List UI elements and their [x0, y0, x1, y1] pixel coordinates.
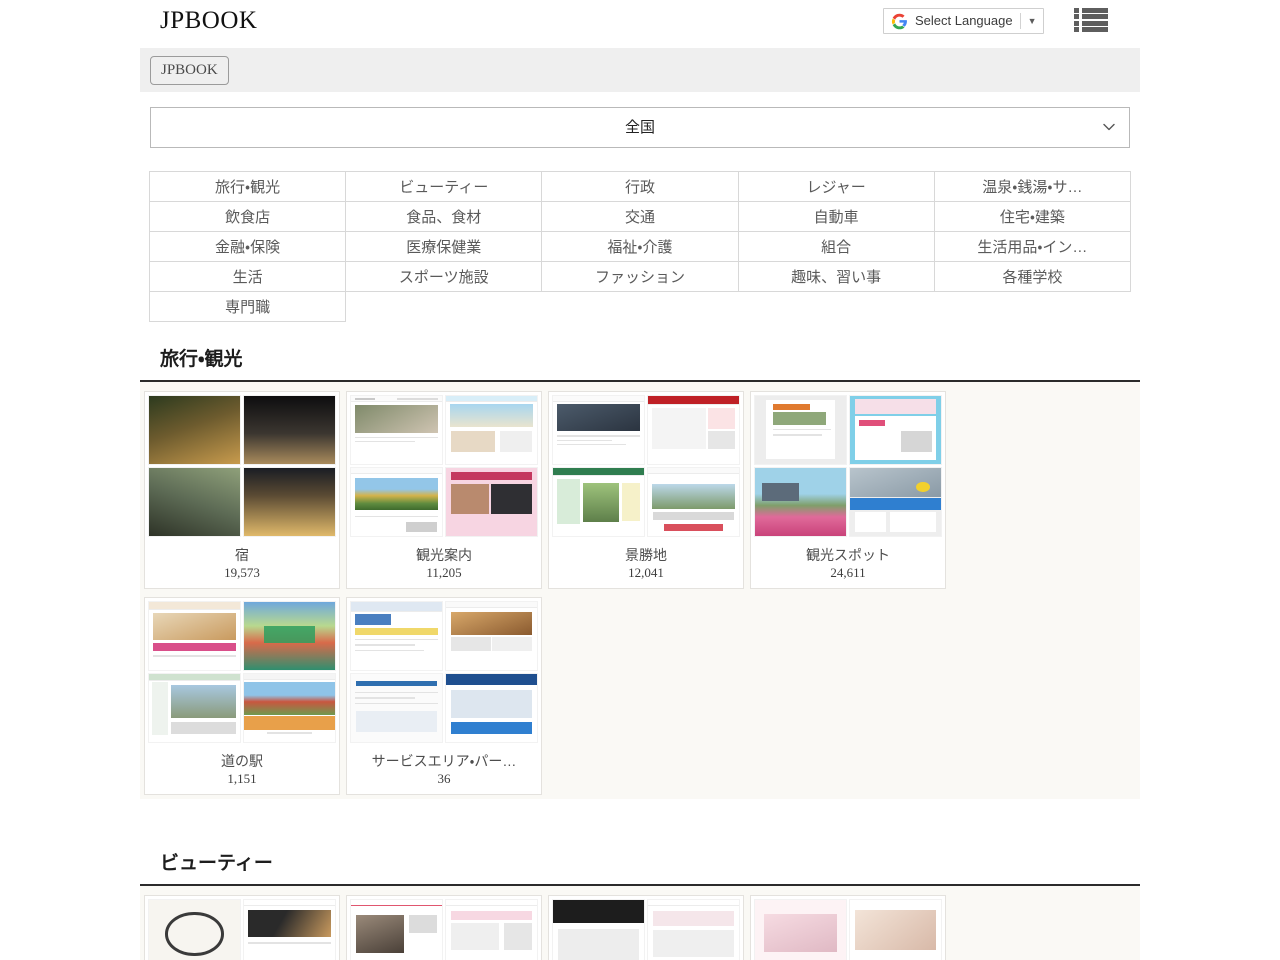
- category-cell[interactable]: 行政: [541, 171, 739, 202]
- site-header: JPBOOK Select Language ▼: [0, 0, 1280, 44]
- page-title: 旅行・観光: [160, 349, 243, 370]
- card-label: 観光案内: [416, 547, 472, 563]
- category-cell[interactable]: 食品、食材: [345, 201, 543, 232]
- category-cell[interactable]: 医療保健業: [345, 231, 543, 262]
- category-cell[interactable]: 専門職: [148, 291, 347, 322]
- list-item[interactable]: [750, 895, 946, 960]
- card-label: 道の駅: [221, 753, 263, 769]
- page-title: ビューティー: [160, 853, 273, 874]
- list-row: [1074, 14, 1108, 20]
- list-item[interactable]: 観光スポット 24,611: [750, 391, 946, 589]
- table-row: 生活 スポーツ施設 ファッション 趣味、習い事 各種学校: [148, 261, 1132, 292]
- category-cell[interactable]: 自動車: [737, 201, 935, 232]
- page-root: JPBOOK Select Language ▼ JPBOOK 全国 旅行・観光…: [0, 0, 1280, 960]
- region-select-wrapper: 全国: [150, 107, 1130, 148]
- thumbnail: [347, 896, 541, 960]
- category-table: 旅行・観光 ビューティー 行政 レジャー 温泉・銭湯・サ… 飲食店 食品、食材 …: [148, 171, 1132, 322]
- empty-cell: [934, 292, 1130, 322]
- google-g-icon: [891, 13, 908, 30]
- list-item[interactable]: [548, 895, 744, 960]
- thumbnail: [347, 598, 541, 746]
- card-grid: 宿 19,573 観光案内 11,205 景勝地 12,041 観光スポット 2…: [140, 382, 1140, 799]
- list-menu-icon[interactable]: [1074, 6, 1108, 34]
- card-label: サービスエリア・パー…: [371, 753, 517, 769]
- category-cell[interactable]: 温泉・銭湯・サ…: [933, 171, 1132, 202]
- breadcrumb-item-jpbook[interactable]: JPBOOK: [150, 55, 229, 85]
- category-cell[interactable]: 飲食店: [148, 201, 347, 232]
- category-cell[interactable]: 各種学校: [933, 261, 1132, 292]
- list-item[interactable]: 景勝地 12,041: [548, 391, 744, 589]
- table-row: 旅行・観光 ビューティー 行政 レジャー 温泉・銭湯・サ…: [148, 171, 1132, 202]
- list-row: [1074, 20, 1108, 26]
- card-count: 12,041: [628, 565, 664, 580]
- card-label: 景勝地: [625, 547, 667, 563]
- empty-cell: [738, 292, 934, 322]
- category-cell[interactable]: ファッション: [541, 261, 739, 292]
- category-cell[interactable]: スポーツ施設: [345, 261, 543, 292]
- site-logo[interactable]: JPBOOK: [160, 6, 257, 36]
- category-cell[interactable]: ビューティー: [345, 171, 543, 202]
- google-translate-widget[interactable]: Select Language ▼: [883, 8, 1044, 34]
- thumbnail: [145, 896, 339, 960]
- section-header: ビューティー: [140, 852, 1140, 886]
- list-row: [1074, 8, 1108, 13]
- list-row: [1074, 26, 1108, 32]
- list-item[interactable]: サービスエリア・パー… 36: [346, 597, 542, 795]
- thumbnail: [145, 392, 339, 540]
- card-count: 36: [437, 771, 451, 786]
- chevron-down-icon[interactable]: ▼: [1028, 9, 1037, 33]
- section-travel: 旅行・観光 宿 19,573 観光案内 11,205 景勝地 12,041 観光…: [140, 348, 1140, 799]
- card-count: 11,205: [426, 565, 462, 580]
- category-cell[interactable]: 組合: [737, 231, 935, 262]
- category-cell[interactable]: 生活: [148, 261, 347, 292]
- breadcrumb: JPBOOK: [140, 48, 1140, 92]
- section-beauty: ビューティー: [140, 852, 1140, 960]
- category-cell[interactable]: 生活用品・イン…: [933, 231, 1132, 262]
- category-cell[interactable]: 交通: [541, 201, 739, 232]
- category-cell[interactable]: 金融・保険: [148, 231, 347, 262]
- thumbnail: [549, 392, 743, 540]
- thumbnail: [751, 896, 945, 960]
- category-cell[interactable]: 福祉・介護: [541, 231, 739, 262]
- card-label: 宿: [235, 547, 249, 563]
- card-count: 19,573: [224, 565, 260, 580]
- list-item[interactable]: 観光案内 11,205: [346, 391, 542, 589]
- category-cell[interactable]: レジャー: [737, 171, 935, 202]
- section-header: 旅行・観光: [140, 348, 1140, 382]
- list-item[interactable]: [144, 895, 340, 960]
- list-item[interactable]: 宿 19,573: [144, 391, 340, 589]
- category-cell[interactable]: 住宅・建築: [933, 201, 1132, 232]
- card-label: 観光スポット: [806, 547, 890, 563]
- card-count: 24,611: [830, 565, 866, 580]
- card-grid: [140, 886, 1140, 960]
- table-row: 専門職: [148, 291, 1131, 322]
- thumbnail: [751, 392, 945, 540]
- empty-cell: [346, 292, 542, 322]
- divider: [1019, 13, 1021, 29]
- thumbnail: [549, 896, 743, 960]
- category-table-body: 旅行・観光 ビューティー 行政 レジャー 温泉・銭湯・サ… 飲食店 食品、食材 …: [148, 171, 1132, 322]
- category-cell[interactable]: 趣味、習い事: [737, 261, 935, 292]
- list-item[interactable]: 道の駅 1,151: [144, 597, 340, 795]
- table-row: 金融・保険 医療保健業 福祉・介護 組合 生活用品・イン…: [148, 231, 1132, 262]
- translate-label: Select Language: [915, 13, 1013, 28]
- category-cell[interactable]: 旅行・観光: [148, 171, 347, 202]
- region-select[interactable]: 全国: [150, 107, 1130, 148]
- thumbnail: [145, 598, 339, 746]
- table-row: 飲食店 食品、食材 交通 自動車 住宅・建築: [148, 201, 1132, 232]
- empty-cell: [542, 292, 738, 322]
- list-item[interactable]: [346, 895, 542, 960]
- card-count: 1,151: [227, 771, 257, 786]
- thumbnail: [347, 392, 541, 540]
